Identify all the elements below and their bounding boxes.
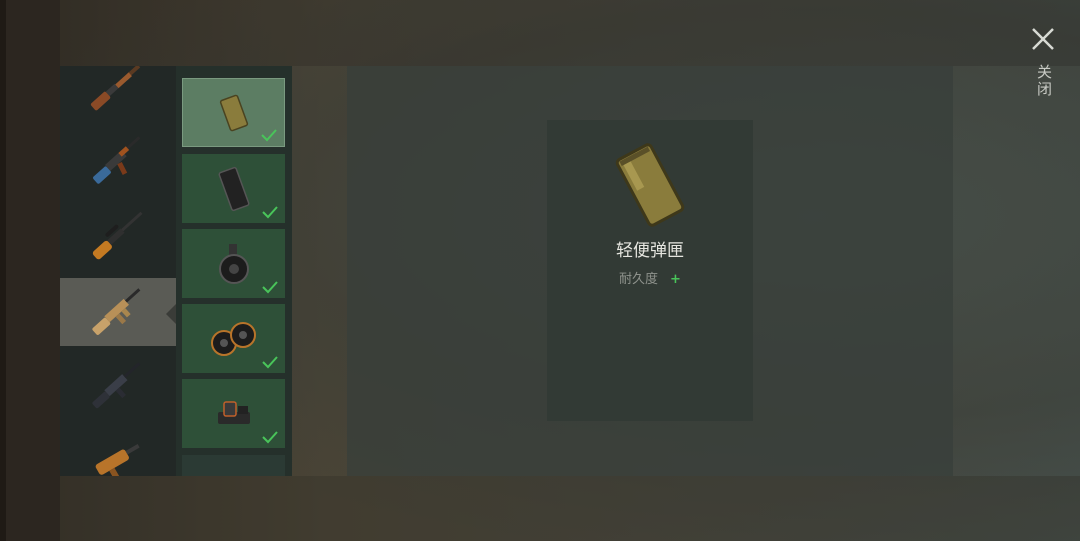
attachment-slot-dual-drum-magazine[interactable] (182, 304, 285, 373)
extended-magazine-icon (218, 166, 249, 211)
top-band (60, 0, 1080, 66)
stat-value: + (670, 272, 681, 287)
left-edge-shadow (0, 0, 6, 541)
close-label[interactable]: 关闭 (1031, 64, 1055, 98)
check-icon (262, 356, 278, 369)
light-magazine-icon (615, 143, 685, 227)
light-magazine-icon (219, 94, 248, 131)
attachment-slot-drum-magazine[interactable] (182, 229, 285, 298)
weapon-item-lever-rifle[interactable] (60, 66, 176, 120)
dual-drum-magazine-icon (210, 321, 256, 356)
bottom-band (60, 476, 1080, 541)
drum-magazine-icon (218, 243, 249, 284)
check-icon (262, 431, 278, 444)
item-name: 轻便弹匣 (616, 241, 684, 261)
holo-sight-icon (217, 400, 250, 424)
selection-arrow (166, 304, 176, 324)
check-icon (262, 281, 278, 294)
close-icon[interactable] (1028, 24, 1058, 54)
attachment-slot-extended-magazine[interactable] (182, 154, 285, 223)
sniper-rifle-icon (92, 211, 143, 260)
stat-row: 耐久度 + (547, 268, 753, 287)
attachment-slot-light-magazine[interactable] (182, 78, 285, 147)
weapon-list[interactable] (60, 66, 176, 476)
weapon-item-ak-rifle[interactable] (60, 126, 176, 194)
weapon-item-m4-rifle[interactable] (60, 352, 176, 420)
attachment-slot-holo-sight[interactable] (182, 379, 285, 448)
check-icon (262, 206, 278, 219)
lever-rifle-icon (90, 66, 141, 111)
weapon-item-sniper-rifle[interactable] (60, 202, 176, 270)
smg-icon (95, 444, 140, 476)
stat-label: 耐久度 (619, 272, 659, 287)
scar-rifle-icon (92, 288, 141, 335)
attachment-list[interactable] (176, 66, 292, 476)
ak-rifle-icon (93, 136, 141, 184)
left-edge-strip (0, 0, 60, 541)
weapon-item-scar-rifle[interactable] (60, 278, 176, 346)
m4-rifle-icon (92, 362, 141, 409)
weapon-item-smg[interactable] (60, 426, 176, 476)
check-icon (261, 129, 277, 142)
attachment-slot-partial[interactable] (182, 455, 285, 476)
